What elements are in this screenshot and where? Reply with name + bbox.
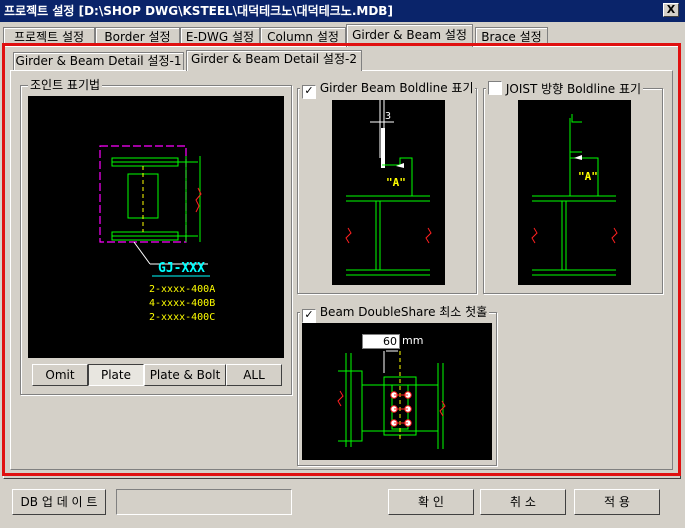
doubleshare-value-input[interactable]: 60	[362, 334, 400, 349]
check-icon: ✓	[304, 84, 314, 97]
joist-boldline-label-wrap: JOIST 방향 Boldline 표기	[486, 81, 644, 96]
tab-project[interactable]: 프로젝트 설정	[3, 27, 95, 47]
close-icon: X	[666, 3, 676, 16]
tab-girder-beam[interactable]: Girder & Beam 설정	[346, 24, 473, 47]
girder-boldline-label: Girder Beam Boldline 표기	[319, 81, 474, 95]
girder-boldline-preview: 3 "A"	[332, 100, 445, 285]
joint-group-label: 조인트 표기법	[28, 78, 103, 92]
joint-preview: GJ-XXX 2-xxxx-400A 4-xxxx-400B 2-xxxx-40…	[28, 96, 284, 358]
all-button[interactable]: ALL	[226, 364, 282, 386]
status-field	[116, 489, 292, 515]
joint-line-1: 2-xxxx-400A	[149, 284, 215, 295]
subtab-detail-1[interactable]: Girder & Beam Detail 설정-1	[13, 52, 184, 70]
doubleshare-unit: mm	[402, 334, 424, 347]
check-icon: ✓	[304, 308, 314, 321]
tab-border[interactable]: Border 설정	[95, 27, 180, 47]
tab-brace[interactable]: Brace 설정	[475, 27, 548, 47]
doubleshare-checkbox[interactable]: ✓	[302, 309, 316, 323]
doubleshare-label: Beam DoubleShare 최소 첫홀	[319, 305, 488, 319]
girder-boldline-drawing: 3 "A"	[345, 100, 432, 276]
subtab-detail-2[interactable]: Girder & Beam Detail 설정-2	[186, 50, 362, 71]
omit-button[interactable]: Omit	[32, 364, 88, 386]
plate-bolt-button[interactable]: Plate & Bolt	[144, 364, 226, 386]
joint-line-2: 4-xxxx-400B	[149, 298, 215, 309]
plate-button[interactable]: Plate	[88, 364, 144, 386]
close-button[interactable]: X	[663, 3, 679, 17]
joist-boldline-drawing: "A"	[531, 114, 618, 276]
tab-column[interactable]: Column 설정	[260, 27, 346, 47]
girder-boldline-checkbox[interactable]: ✓	[302, 85, 316, 99]
cancel-button[interactable]: 취 소	[480, 489, 566, 515]
joint-drawing: GJ-XXX 2-xxxx-400A 4-xxxx-400B 2-xxxx-40…	[99, 145, 215, 323]
girder-mark: "A"	[386, 176, 406, 189]
joist-boldline-preview: "A"	[518, 100, 631, 285]
ok-button[interactable]: 확 인	[388, 489, 474, 515]
doubleshare-label-wrap: ✓ Beam DoubleShare 최소 첫홀	[300, 305, 490, 323]
joist-boldline-label: JOIST 방향 Boldline 표기	[505, 82, 642, 96]
girder-dim: 3	[385, 111, 391, 122]
joist-boldline-checkbox[interactable]	[488, 81, 502, 95]
joint-title: GJ-XXX	[158, 261, 205, 276]
window-title: 프로젝트 설정 [D:\SHOP DWG\KSTEEL\대덕테크노\대덕테크노.…	[0, 0, 685, 22]
joist-mark: "A"	[578, 170, 598, 183]
db-update-button[interactable]: DB 업 데 이 트	[12, 489, 106, 515]
apply-button[interactable]: 적 용	[574, 489, 660, 515]
girder-boldline-label-wrap: ✓ Girder Beam Boldline 표기	[300, 81, 476, 99]
joint-line-3: 2-xxxx-400C	[149, 312, 215, 323]
tab-edwg[interactable]: E-DWG 설정	[180, 27, 260, 47]
